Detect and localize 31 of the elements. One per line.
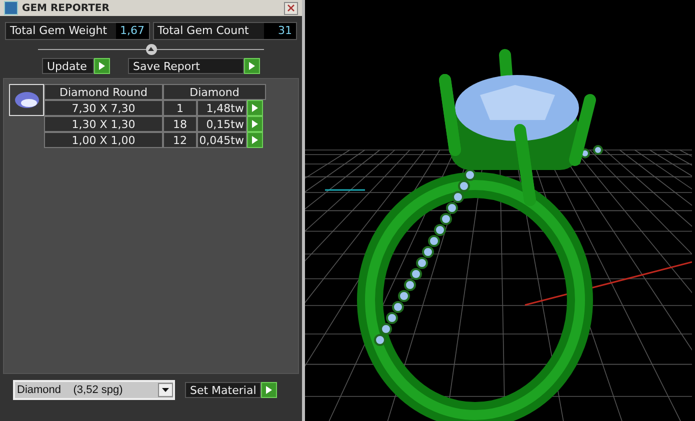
total-value: 1,67	[116, 23, 148, 39]
close-button[interactable]	[284, 2, 298, 14]
table-cell: 1	[163, 100, 197, 116]
table-cell: 18	[163, 116, 197, 132]
collapse-button[interactable]	[146, 44, 156, 54]
play-icon	[266, 386, 272, 394]
dropdown-value: Diamond (3,52 spg)	[17, 382, 123, 398]
close-icon	[287, 4, 295, 12]
total-label: Total Gem Count	[158, 22, 249, 39]
action-button[interactable]: Save Report	[128, 58, 244, 74]
table-cell: 1,30 X 1,30	[44, 116, 163, 132]
action-button[interactable]: Update	[42, 58, 94, 74]
column-header: Diamond	[163, 84, 266, 100]
table-cell: 1,00 X 1,00	[44, 132, 163, 148]
window-title: GEM REPORTER	[22, 2, 110, 16]
total-label: Total Gem Weight	[10, 22, 108, 39]
play-icon	[249, 62, 255, 70]
app-icon	[4, 1, 18, 15]
caret-icon	[148, 47, 154, 51]
play-button[interactable]	[261, 382, 278, 398]
play-icon	[99, 62, 105, 70]
table-cell: 1,48tw	[197, 100, 247, 116]
total-value: 31	[264, 23, 296, 39]
table-cell: 7,30 X 7,30	[44, 100, 163, 116]
table-cell: 0,15tw	[197, 116, 247, 132]
gem-icon	[14, 91, 40, 109]
column-header: Diamond Round	[44, 84, 163, 100]
material-dropdown[interactable]: Diamond (3,52 spg)	[13, 380, 175, 400]
table-cell: 0,045tw	[197, 132, 247, 148]
set-material-button[interactable]: Set Material	[185, 382, 262, 398]
table-cell: 12	[163, 132, 197, 148]
